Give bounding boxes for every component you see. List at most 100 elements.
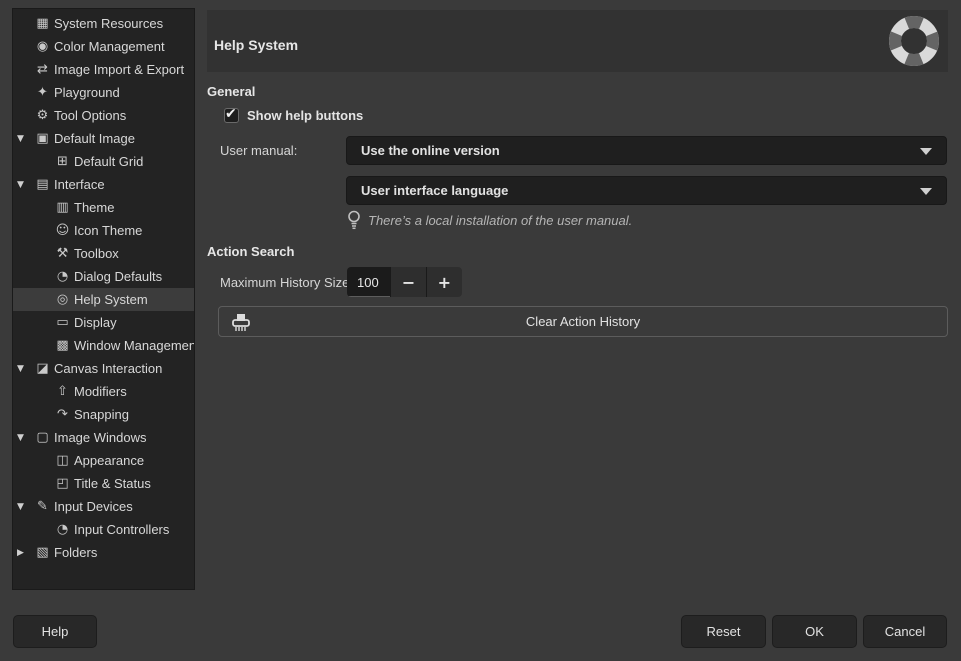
image-import-export-icon: ⇄ bbox=[33, 62, 52, 77]
sidebar-item-display[interactable]: ▭Display bbox=[13, 311, 194, 334]
cancel-button[interactable]: Cancel bbox=[863, 615, 947, 648]
sidebar-item-image-import-export[interactable]: ⇄Image Import & Export bbox=[13, 58, 194, 81]
help-button[interactable]: Help bbox=[13, 615, 97, 648]
sidebar-item-snapping[interactable]: ↷Snapping bbox=[13, 403, 194, 426]
ok-button[interactable]: OK bbox=[772, 615, 857, 648]
sidebar-item-label: Input Controllers bbox=[72, 522, 169, 537]
preferences-dialog: ▦System Resources◉Color Management⇄Image… bbox=[0, 0, 961, 661]
sidebar-item-label: Folders bbox=[52, 545, 97, 560]
shredder-icon bbox=[230, 312, 252, 334]
page-title: Help System bbox=[214, 37, 298, 53]
sidebar-item-input-controllers[interactable]: ◔Input Controllers bbox=[13, 518, 194, 541]
interface-icon: ▤ bbox=[33, 177, 52, 192]
sidebar-item-label: Toolbox bbox=[72, 246, 119, 261]
expander-expanded-icon[interactable]: ▼ bbox=[17, 364, 33, 374]
reset-button[interactable]: Reset bbox=[681, 615, 766, 648]
sidebar-item-theme[interactable]: ▥Theme bbox=[13, 196, 194, 219]
image-windows-icon: ▢ bbox=[33, 430, 52, 445]
chevron-down-icon bbox=[920, 188, 932, 195]
sidebar-item-label: Color Management bbox=[52, 39, 165, 54]
system-resources-icon: ▦ bbox=[33, 16, 52, 31]
sidebar-item-label: Icon Theme bbox=[72, 223, 142, 238]
input-controllers-icon: ◔ bbox=[53, 522, 72, 537]
canvas-interaction-icon: ◪ bbox=[33, 361, 52, 376]
sidebar-item-label: Playground bbox=[52, 85, 120, 100]
sidebar-item-tool-options[interactable]: ⚙Tool Options bbox=[13, 104, 194, 127]
display-icon: ▭ bbox=[53, 315, 72, 330]
expander-expanded-icon[interactable]: ▼ bbox=[17, 502, 33, 512]
show-help-buttons-label[interactable]: Show help buttons bbox=[247, 108, 363, 123]
help-system-icon: ◎ bbox=[53, 292, 72, 307]
sidebar-item-label: Default Grid bbox=[72, 154, 143, 169]
expander-expanded-icon[interactable]: ▼ bbox=[17, 180, 33, 190]
page-header: Help System bbox=[207, 10, 948, 72]
clear-action-history-button[interactable]: Clear Action History bbox=[218, 306, 948, 337]
sidebar-item-label: Modifiers bbox=[72, 384, 127, 399]
manual-tip-text: There’s a local installation of the user… bbox=[368, 213, 632, 228]
sidebar-item-default-grid[interactable]: ⊞Default Grid bbox=[13, 150, 194, 173]
sidebar-item-label: Window Management bbox=[72, 338, 195, 353]
sidebar-item-label: Tool Options bbox=[52, 108, 126, 123]
preferences-sidebar: ▦System Resources◉Color Management⇄Image… bbox=[12, 8, 195, 590]
color-management-icon: ◉ bbox=[33, 39, 52, 54]
increase-button[interactable]: + bbox=[426, 267, 462, 297]
sidebar-item-label: Title & Status bbox=[72, 476, 151, 491]
sidebar-list: ▦System Resources◉Color Management⇄Image… bbox=[13, 12, 194, 564]
manual-tip-row: There’s a local installation of the user… bbox=[347, 210, 632, 230]
sidebar-item-canvas-interaction[interactable]: ▼◪Canvas Interaction bbox=[13, 357, 194, 380]
sidebar-item-image-windows[interactable]: ▼▢Image Windows bbox=[13, 426, 194, 449]
snapping-icon: ↷ bbox=[53, 407, 72, 422]
sidebar-item-icon-theme[interactable]: ☺Icon Theme bbox=[13, 219, 194, 242]
clear-action-history-label: Clear Action History bbox=[526, 314, 640, 329]
icon-theme-icon: ☺ bbox=[53, 223, 72, 238]
sidebar-item-label: Dialog Defaults bbox=[72, 269, 162, 284]
sidebar-item-toolbox[interactable]: ⚒Toolbox bbox=[13, 242, 194, 265]
user-manual-label: User manual: bbox=[220, 143, 297, 158]
input-devices-icon: ✎ bbox=[33, 499, 52, 514]
expander-collapsed-icon[interactable]: ▶ bbox=[17, 548, 33, 558]
general-section-label: General bbox=[207, 84, 255, 99]
sidebar-item-label: Snapping bbox=[72, 407, 129, 422]
sidebar-item-folders[interactable]: ▶▧Folders bbox=[13, 541, 194, 564]
decrease-button[interactable]: − bbox=[390, 267, 425, 297]
manual-language-dropdown[interactable]: User interface language bbox=[346, 176, 947, 205]
sidebar-item-dialog-defaults[interactable]: ◔Dialog Defaults bbox=[13, 265, 194, 288]
default-grid-icon: ⊞ bbox=[53, 154, 72, 169]
sidebar-item-title-status[interactable]: ◰Title & Status bbox=[13, 472, 194, 495]
sidebar-item-system-resources[interactable]: ▦System Resources bbox=[13, 12, 194, 35]
sidebar-item-label: Input Devices bbox=[52, 499, 133, 514]
sidebar-item-input-devices[interactable]: ▼✎Input Devices bbox=[13, 495, 194, 518]
lightbulb-icon bbox=[347, 210, 361, 230]
sidebar-item-label: Display bbox=[72, 315, 117, 330]
tool-options-icon: ⚙ bbox=[33, 108, 52, 123]
sidebar-item-window-management[interactable]: ▩Window Management bbox=[13, 334, 194, 357]
show-help-buttons-checkbox[interactable]: ✔ bbox=[224, 108, 239, 123]
folders-icon: ▧ bbox=[33, 545, 52, 560]
sidebar-item-default-image[interactable]: ▼▣Default Image bbox=[13, 127, 194, 150]
window-management-icon: ▩ bbox=[53, 338, 72, 353]
appearance-icon: ◫ bbox=[53, 453, 72, 468]
sidebar-item-playground[interactable]: ✦Playground bbox=[13, 81, 194, 104]
sidebar-item-label: Interface bbox=[52, 177, 105, 192]
sidebar-item-label: Default Image bbox=[52, 131, 135, 146]
expander-expanded-icon[interactable]: ▼ bbox=[17, 134, 33, 144]
toolbox-icon: ⚒ bbox=[53, 246, 72, 261]
sidebar-item-help-system[interactable]: ◎Help System bbox=[13, 288, 194, 311]
sidebar-item-label: Appearance bbox=[72, 453, 144, 468]
sidebar-item-modifiers[interactable]: ⇧Modifiers bbox=[13, 380, 194, 403]
sidebar-item-label: Image Import & Export bbox=[52, 62, 184, 77]
user-manual-dropdown-value: Use the online version bbox=[361, 143, 500, 158]
modifiers-icon: ⇧ bbox=[53, 384, 72, 399]
playground-icon: ✦ bbox=[33, 85, 52, 100]
lifebuoy-icon bbox=[888, 15, 940, 67]
dialog-defaults-icon: ◔ bbox=[53, 269, 72, 284]
expander-expanded-icon[interactable]: ▼ bbox=[17, 433, 33, 443]
max-history-input[interactable]: 100 bbox=[347, 267, 390, 297]
sidebar-item-color-management[interactable]: ◉Color Management bbox=[13, 35, 194, 58]
default-image-icon: ▣ bbox=[33, 131, 52, 146]
sidebar-item-interface[interactable]: ▼▤Interface bbox=[13, 173, 194, 196]
show-help-buttons-row[interactable]: ✔ Show help buttons bbox=[224, 108, 363, 123]
user-manual-dropdown[interactable]: Use the online version bbox=[346, 136, 947, 165]
sidebar-item-label: System Resources bbox=[52, 16, 163, 31]
sidebar-item-appearance[interactable]: ◫Appearance bbox=[13, 449, 194, 472]
